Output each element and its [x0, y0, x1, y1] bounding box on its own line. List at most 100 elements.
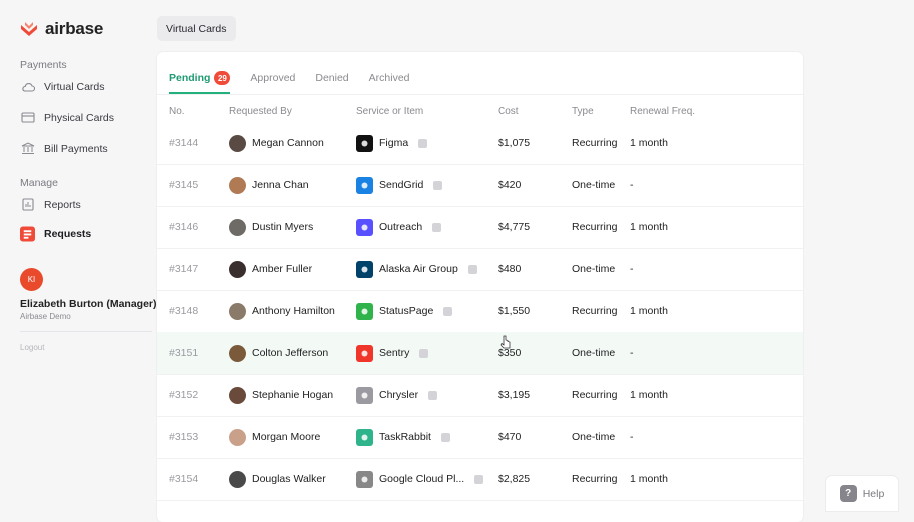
airbase-logo-icon	[21, 22, 37, 36]
avatar	[229, 470, 246, 488]
table-row[interactable]: #3147 Amber Fuller Alaska Air Group $480 One…	[157, 248, 803, 291]
section-manage-label: Manage	[20, 177, 58, 189]
copy-icon[interactable]	[443, 306, 453, 316]
copy-icon[interactable]	[419, 348, 429, 358]
requester-cell: Stephanie Hogan	[229, 374, 333, 416]
table-row[interactable]: #3144 Megan Cannon Figma $1,075 Recurring 1 m…	[157, 122, 803, 165]
help-button[interactable]: ? Help	[826, 476, 898, 511]
avatar	[229, 386, 246, 404]
cost-value: $1,550	[498, 305, 531, 317]
tab-pending[interactable]: Pending 29	[169, 64, 231, 94]
table-row[interactable]: #3154 Douglas Walker Google Cloud Pl... $2,…	[157, 458, 803, 501]
col-cost[interactable]: Cost	[498, 106, 519, 117]
cost-value: $3,195	[498, 389, 531, 401]
breadcrumb[interactable]: Virtual Cards	[157, 16, 236, 41]
col-no[interactable]: No.	[169, 106, 185, 117]
type-value: Recurring	[572, 305, 618, 317]
copy-icon[interactable]	[474, 474, 484, 484]
tabs-divider	[157, 94, 803, 95]
sendgrid-logo-icon	[356, 176, 373, 194]
bank-icon	[20, 141, 35, 156]
requester-cell: Megan Cannon	[229, 122, 324, 164]
renewal-value: 1 month	[630, 389, 668, 401]
sidebar-item-reports[interactable]: Reports	[20, 197, 81, 212]
sidebar-item-virtual-cards[interactable]: Virtual Cards	[20, 79, 105, 94]
service-cell: TaskRabbit	[356, 416, 450, 458]
table-row[interactable]: #3151 Colton Jefferson Sentry $350 One-time -	[157, 332, 803, 375]
service-name: Outreach	[379, 221, 423, 233]
requester-name: Colton Jefferson	[252, 347, 329, 359]
google-cloud-logo-icon	[356, 470, 373, 488]
requester-name: Jenna Chan	[252, 179, 309, 191]
help-icon: ?	[839, 485, 857, 502]
table-row[interactable]: #3146 Dustin Myers Outreach $4,775 Recurring…	[157, 206, 803, 249]
table-row[interactable]: #3148 Anthony Hamilton StatusPage $1,550 Rec…	[157, 290, 803, 333]
service-cell: Outreach	[356, 206, 442, 248]
request-number: #3154	[169, 473, 199, 485]
requester-name: Douglas Walker	[252, 473, 326, 485]
brand-logo[interactable]: airbase	[19, 19, 103, 39]
tab-archived[interactable]: Archived	[369, 64, 410, 92]
alaska-air-logo-icon	[356, 260, 373, 278]
renewal-value: 1 month	[630, 137, 668, 149]
service-cell: Sentry	[356, 332, 429, 374]
chrysler-logo-icon	[356, 386, 373, 404]
type-value: Recurring	[572, 389, 618, 401]
tab-label: Denied	[315, 72, 349, 84]
sidebar-item-bill-payments[interactable]: Bill Payments	[20, 141, 108, 156]
table-row[interactable]: #3145 Jenna Chan SendGrid $420 One-time -	[157, 164, 803, 207]
copy-icon[interactable]	[433, 180, 443, 190]
request-number: #3145	[169, 179, 199, 191]
type-value: Recurring	[572, 221, 618, 233]
service-cell: Figma	[356, 122, 428, 164]
requester-name: Amber Fuller	[252, 263, 313, 275]
service-name: StatusPage	[379, 305, 434, 317]
type-value: One-time	[572, 347, 616, 359]
col-renewal[interactable]: Renewal Freq.	[630, 106, 695, 117]
user-avatar[interactable]: KI	[20, 268, 43, 291]
service-cell: SendGrid	[356, 164, 443, 206]
avatar	[229, 134, 246, 152]
cost-value: $2,825	[498, 473, 531, 485]
table-row[interactable]: #3153 Morgan Moore TaskRabbit $470 One-time -	[157, 416, 803, 459]
copy-icon[interactable]	[418, 138, 428, 148]
tab-approved[interactable]: Approved	[250, 64, 295, 92]
copy-icon[interactable]	[432, 222, 442, 232]
copy-icon[interactable]	[467, 264, 477, 274]
sidebar-item-physical-cards[interactable]: Physical Cards	[20, 110, 114, 125]
renewal-value: 1 month	[630, 473, 668, 485]
service-cell: Chrysler	[356, 374, 438, 416]
requester-cell: Jenna Chan	[229, 164, 309, 206]
service-cell: Alaska Air Group	[356, 248, 477, 290]
requester-cell: Douglas Walker	[229, 458, 326, 500]
sidebar-item-requests[interactable]: Requests	[20, 226, 91, 241]
service-name: Chrysler	[379, 389, 419, 401]
status-tabs: Pending 29 Approved Denied Archived	[169, 64, 430, 94]
copy-icon[interactable]	[440, 432, 450, 442]
sidebar: airbase Payments Virtual Cards Physical …	[0, 0, 158, 511]
col-service[interactable]: Service or Item	[356, 106, 423, 117]
cost-value: $470	[498, 431, 522, 443]
brand-name: airbase	[45, 19, 104, 38]
tab-denied[interactable]: Denied	[315, 64, 348, 92]
report-icon	[20, 197, 35, 212]
type-value: Recurring	[572, 473, 618, 485]
table-row[interactable]: #3152 Stephanie Hogan Chrysler $3,195 Recurr…	[157, 374, 803, 417]
pending-count-badge: 29	[214, 71, 231, 85]
service-name: Sentry	[379, 347, 410, 359]
renewal-value: 1 month	[630, 305, 668, 317]
copy-icon[interactable]	[428, 390, 438, 400]
cost-value: $1,075	[498, 137, 531, 149]
tab-label: Pending	[169, 72, 211, 84]
type-value: One-time	[572, 179, 616, 191]
requester-cell: Colton Jefferson	[229, 332, 328, 374]
col-requested-by[interactable]: Requested By	[229, 106, 292, 117]
request-number: #3147	[169, 263, 199, 275]
service-name: Google Cloud Pl...	[379, 473, 465, 485]
requester-cell: Amber Fuller	[229, 248, 312, 290]
service-name: SendGrid	[379, 179, 424, 191]
avatar	[229, 176, 246, 194]
table-header: No. Requested By Service or Item Cost Ty…	[157, 106, 803, 120]
col-type[interactable]: Type	[572, 106, 594, 117]
logout-link[interactable]: Logout	[20, 343, 44, 352]
